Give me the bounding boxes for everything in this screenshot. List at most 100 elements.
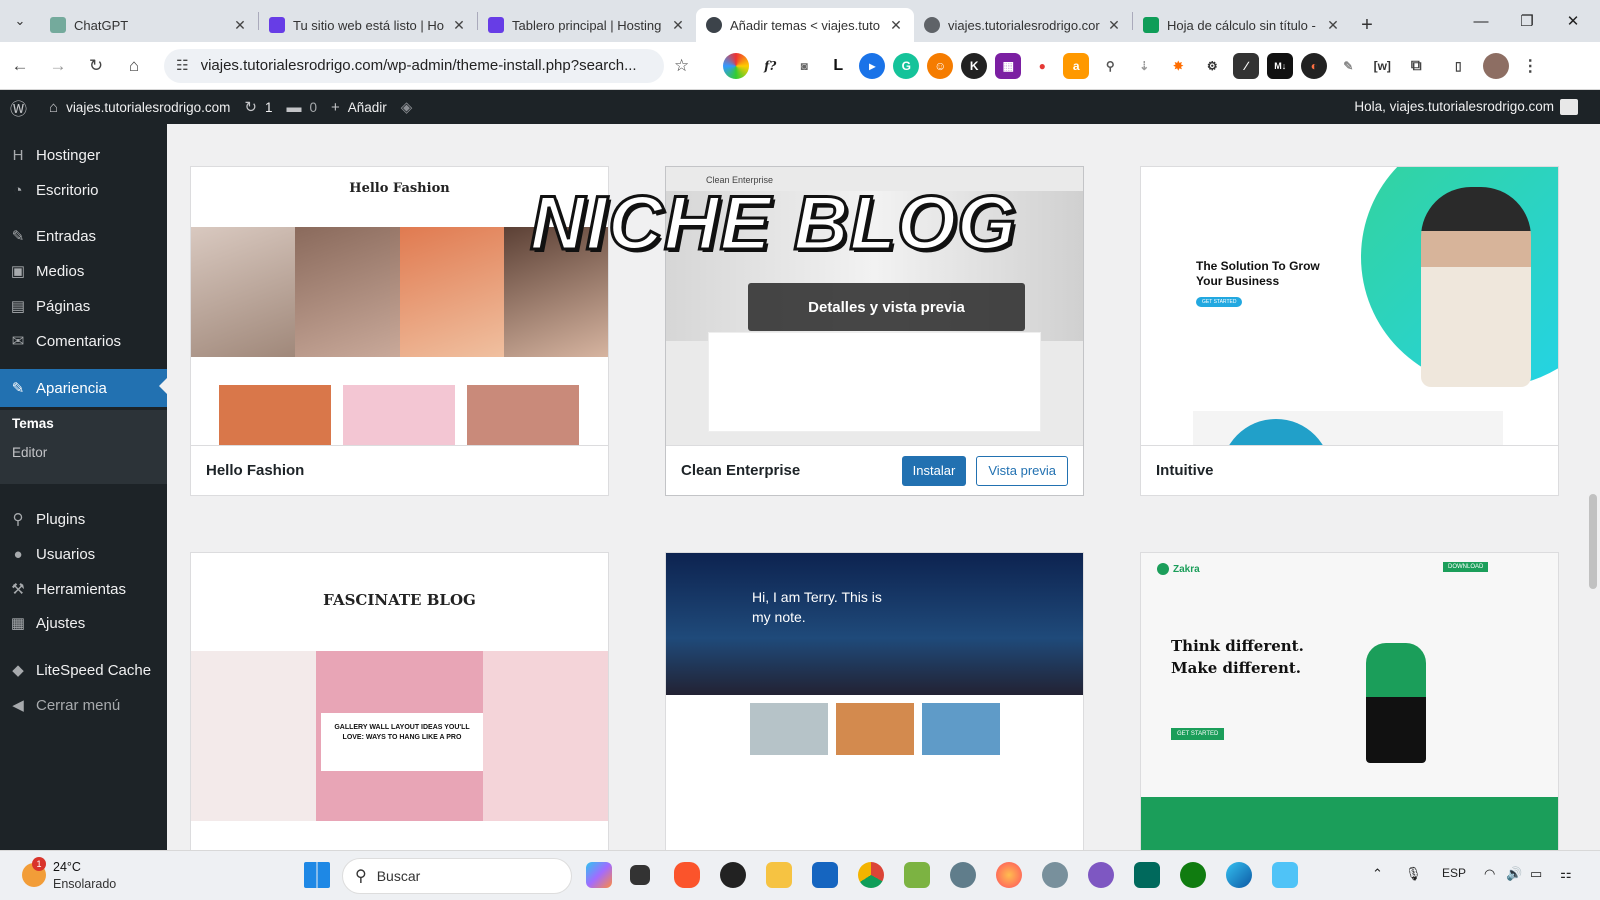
forward-button[interactable]: →	[40, 48, 76, 84]
menu-litespeed[interactable]: ◆ LiteSpeed Cache	[0, 653, 167, 687]
close-tab-icon[interactable]: ✕	[888, 17, 904, 34]
menu-media[interactable]: ▣ Medios	[0, 254, 167, 288]
windows-start-icon[interactable]	[304, 862, 330, 888]
app-dark-icon[interactable]	[720, 862, 746, 888]
profile-avatar[interactable]	[1483, 52, 1510, 79]
gear-extension-icon[interactable]: ⚙	[1199, 53, 1225, 79]
tab-site[interactable]: viajes.tutorialesrodrigo.cor ✕	[914, 8, 1132, 42]
brave-icon[interactable]	[674, 862, 700, 888]
red-extension-icon[interactable]: ●	[1029, 53, 1055, 79]
reload-button[interactable]: ↻	[78, 48, 114, 84]
tab-chatgpt[interactable]: ChatGPT ✕	[40, 8, 258, 42]
menu-settings[interactable]: ▦ Ajustes	[0, 606, 167, 640]
admin-greeting[interactable]: Hola, viajes.tutorialesrodrigo.com	[1354, 99, 1554, 114]
wifi-icon[interactable]: ◠	[1484, 866, 1495, 882]
new-tab-button[interactable]: +	[1351, 8, 1383, 42]
install-button[interactable]: Instalar	[901, 455, 967, 486]
close-tab-icon[interactable]: ✕	[232, 17, 248, 34]
menu-tools[interactable]: ⚒ Herramientas	[0, 572, 167, 606]
admin-bar-site[interactable]: ⌂ viajes.tutorialesrodrigo.com	[49, 99, 230, 116]
notepad-icon[interactable]	[1272, 862, 1298, 888]
tab-hostinger-site[interactable]: Tu sitio web está listo | Ho ✕	[259, 8, 477, 42]
firefox-icon[interactable]	[996, 862, 1022, 888]
l-extension-icon[interactable]: L	[825, 53, 851, 79]
scrollbar-thumb[interactable]	[1589, 494, 1597, 589]
menu-hostinger[interactable]: H Hostinger	[0, 138, 167, 172]
menu-dashboard[interactable]: ◔ Escritorio	[0, 173, 167, 207]
close-tab-icon[interactable]: ✕	[1325, 17, 1341, 34]
close-window-button[interactable]: ✕	[1550, 0, 1596, 42]
site-info-icon[interactable]: ☷	[176, 57, 189, 74]
app-settings-gear-icon[interactable]	[950, 862, 976, 888]
minimize-button[interactable]: —	[1458, 0, 1504, 42]
purple-extension-icon[interactable]: ▦	[995, 52, 1022, 79]
restore-button[interactable]: ❐	[1504, 0, 1550, 42]
menu-posts[interactable]: ✎ Entradas	[0, 219, 167, 253]
download-extension-icon[interactable]: ⇣	[1131, 53, 1157, 79]
edge-icon[interactable]	[1226, 862, 1252, 888]
theme-card-zakra[interactable]: Zakra DOWNLOAD Think different. Make dif…	[1140, 552, 1559, 850]
color-picker-extension-icon[interactable]	[723, 52, 750, 79]
bookmark-star-icon[interactable]: ☆	[674, 56, 689, 76]
tab-search-dropdown[interactable]: ⌄	[0, 0, 40, 42]
battery-icon[interactable]: ▭	[1530, 866, 1542, 882]
orange-extension-icon[interactable]: ✸	[1165, 53, 1191, 79]
k-extension-icon[interactable]: K	[961, 52, 988, 79]
preview-button[interactable]: Vista previa	[976, 455, 1068, 486]
notifications-icon[interactable]: ⚏	[1560, 866, 1572, 882]
side-panel-icon[interactable]: ▯	[1445, 53, 1471, 79]
wordpress-logo-icon[interactable]: Ⓦ	[10, 95, 35, 120]
blue-extension-icon[interactable]: ▸	[859, 52, 886, 79]
theme-card-intuitive[interactable]: The Solution To Grow Your Business GET S…	[1140, 166, 1559, 496]
admin-avatar[interactable]	[1560, 99, 1578, 115]
admin-bar-comments[interactable]: ▬ 0	[286, 99, 317, 116]
admin-bar-diamond[interactable]: ◈	[401, 98, 421, 116]
app-teal-icon[interactable]	[1134, 862, 1160, 888]
menu-appearance[interactable]: ✎ Apariencia	[0, 369, 167, 407]
tray-chevron-icon[interactable]: ⌃	[1372, 866, 1383, 882]
close-tab-icon[interactable]: ✕	[1106, 17, 1122, 34]
w-extension-icon[interactable]: [w]	[1369, 53, 1395, 79]
robot-extension-icon[interactable]: ☺	[927, 52, 954, 79]
home-button[interactable]: ⌂	[116, 48, 152, 84]
theme-screenshot[interactable]: The Solution To Grow Your Business GET S…	[1141, 167, 1558, 445]
tab-add-themes[interactable]: Añadir temas < viajes.tuto ✕	[696, 8, 914, 42]
submenu-editor[interactable]: Editor	[12, 445, 47, 460]
details-preview-overlay[interactable]: Detalles y vista previa	[748, 283, 1025, 331]
mail-icon[interactable]	[812, 862, 838, 888]
camera-extension-icon[interactable]: ◙	[791, 53, 817, 79]
browser-menu-icon[interactable]: ⋮	[1517, 53, 1543, 79]
md-extension-icon[interactable]: M↓	[1267, 52, 1294, 79]
address-bar[interactable]: ☷ viajes.tutorialesrodrigo.com/wp-admin/…	[164, 48, 664, 83]
flame-extension-icon[interactable]: ◐	[1301, 52, 1328, 79]
close-tab-icon[interactable]: ✕	[670, 17, 686, 34]
formula-extension-icon[interactable]: f?	[757, 53, 783, 79]
copilot-icon[interactable]	[586, 862, 612, 888]
theme-screenshot[interactable]: FASCINATE BLOG GALLERY WALL LAYOUT IDEAS…	[191, 553, 608, 850]
puzzle-extensions-icon[interactable]: ⧉	[1403, 53, 1429, 79]
zoom-extension-icon[interactable]: ⚲	[1097, 53, 1123, 79]
page-scrollbar[interactable]	[1586, 124, 1600, 850]
taskbar-search[interactable]: ⚲ Buscar	[342, 858, 572, 894]
tab-hostinger-dashboard[interactable]: Tablero principal | Hosting ✕	[478, 8, 696, 42]
microphone-icon[interactable]: 🎙	[1405, 866, 1422, 882]
menu-collapse[interactable]: ◀ Cerrar menú	[0, 688, 167, 722]
weather-temp[interactable]: 24°C	[53, 860, 81, 874]
admin-bar-updates[interactable]: ↻ 1	[244, 98, 272, 116]
theme-card-terry[interactable]: Hi, I am Terry. This is my note.	[665, 552, 1084, 850]
volume-icon[interactable]: 🔊	[1506, 866, 1522, 882]
theme-screenshot[interactable]: Hi, I am Terry. This is my note.	[666, 553, 1083, 850]
language-indicator[interactable]: ESP	[1442, 866, 1466, 880]
settings-icon[interactable]	[1042, 862, 1068, 888]
amazon-extension-icon[interactable]: a	[1063, 52, 1090, 79]
tab-spreadsheet[interactable]: Hoja de cálculo sin título - ✕	[1133, 8, 1351, 42]
theme-screenshot[interactable]: Zakra DOWNLOAD Think different. Make dif…	[1141, 553, 1558, 850]
admin-bar-add-new[interactable]: + Añadir	[331, 99, 387, 116]
task-view-icon[interactable]	[630, 865, 650, 885]
chrome-icon[interactable]	[858, 862, 884, 888]
close-tab-icon[interactable]: ✕	[451, 17, 467, 34]
submenu-themes[interactable]: Temas	[12, 416, 54, 431]
app-green-icon[interactable]	[904, 862, 930, 888]
xbox-icon[interactable]	[1180, 862, 1206, 888]
menu-plugins[interactable]: ⚲ Plugins	[0, 502, 167, 536]
